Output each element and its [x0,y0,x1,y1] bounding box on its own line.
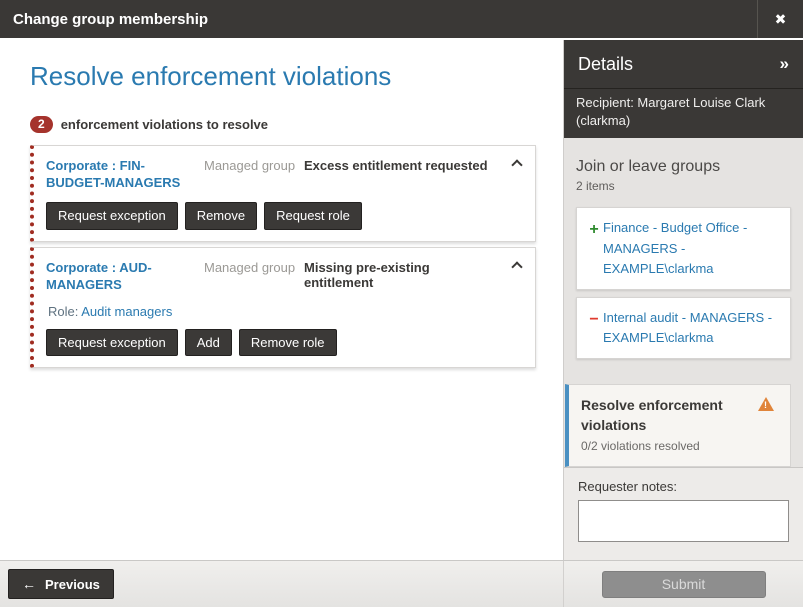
previous-button[interactable]: ← Previous [8,569,114,599]
details-panel-header: Details » [564,40,803,88]
group-item-label: Internal audit - MANAGERS - EXAMPLE\clar… [603,308,780,348]
request-exception-button[interactable]: Request exception [46,329,178,357]
requester-notes-section: Requester notes: [564,467,803,561]
chevron-up-icon [511,261,522,272]
collapse-card-control[interactable] [499,157,521,169]
window-title: Change group membership [13,11,757,28]
groups-section-title: Join or leave groups [576,158,791,176]
resolve-violations-status-card[interactable]: Resolve enforcement violations 0/2 viola… [565,384,791,467]
change-group-membership-dialog: Change group membership ✖ Resolve enforc… [0,0,803,607]
dialog-body: Resolve enforcement violations 2 enforce… [0,38,803,560]
group-type-label: Managed group [204,157,304,173]
violation-actions: Request exception Remove Request role [46,202,521,230]
requester-notes-input[interactable] [578,500,789,542]
requester-notes-label: Requester notes: [578,479,789,494]
collapse-card-control[interactable] [499,259,521,271]
violation-reason: Missing pre-existing entitlement [304,259,499,290]
group-type-label: Managed group [204,259,304,275]
footer-left: ← Previous [0,561,563,607]
close-icon[interactable]: ✖ [757,0,803,38]
group-link[interactable]: Corporate : FIN-BUDGET-MANAGERS [46,157,204,192]
details-panel-body: Join or leave groups 2 items + Finance -… [564,138,803,560]
violation-card: Corporate : FIN-BUDGET-MANAGERS Managed … [30,145,536,242]
groups-section: Join or leave groups 2 items + Finance -… [564,138,803,370]
group-link[interactable]: Corporate : AUD-MANAGERS [46,259,204,294]
violation-card: Corporate : AUD-MANAGERS Managed group M… [30,247,536,369]
role-link[interactable]: Audit managers [81,304,172,319]
back-arrow-icon: ← [22,576,36,592]
details-panel: Details » Recipient: Margaret Louise Cla… [563,40,803,560]
violation-count-badge: 2 [30,116,53,133]
remove-button[interactable]: Remove [185,202,257,230]
group-item-label: Finance - Budget Office - MANAGERS - EXA… [603,218,780,278]
previous-button-label: Previous [45,577,100,592]
group-item-join[interactable]: + Finance - Budget Office - MANAGERS - E… [576,207,791,289]
groups-item-count: 2 items [576,179,791,193]
chevron-up-icon [511,159,522,170]
minus-icon: − [585,308,603,348]
request-exception-button[interactable]: Request exception [46,202,178,230]
violations-summary: 2 enforcement violations to resolve [30,116,536,133]
request-role-button[interactable]: Request role [264,202,362,230]
status-title: Resolve enforcement violations [581,396,736,435]
role-label: Role: [48,304,78,319]
page-title: Resolve enforcement violations [30,62,536,92]
plus-icon: + [585,218,603,278]
violation-header: Corporate : AUD-MANAGERS Managed group M… [46,259,521,294]
violation-reason: Excess entitlement requested [304,157,499,173]
titlebar: Change group membership ✖ [0,0,803,38]
status-progress: 0/2 violations resolved [581,439,778,453]
main-panel: Resolve enforcement violations 2 enforce… [0,38,563,560]
violation-header: Corporate : FIN-BUDGET-MANAGERS Managed … [46,157,521,192]
role-row: Role: Audit managers [48,304,521,319]
group-item-leave[interactable]: − Internal audit - MANAGERS - EXAMPLE\cl… [576,297,791,359]
violation-summary-text: enforcement violations to resolve [61,117,268,132]
warning-icon [758,397,774,411]
remove-role-button[interactable]: Remove role [239,329,337,357]
details-title: Details [578,54,633,75]
dialog-footer: ← Previous Submit [0,560,803,607]
add-button[interactable]: Add [185,329,232,357]
collapse-panel-icon[interactable]: » [780,54,789,74]
violation-actions: Request exception Add Remove role [46,329,521,357]
footer-right: Submit [563,561,803,607]
recipient-bar: Recipient: Margaret Louise Clark (clarkm… [564,88,803,138]
submit-button[interactable]: Submit [602,571,766,598]
